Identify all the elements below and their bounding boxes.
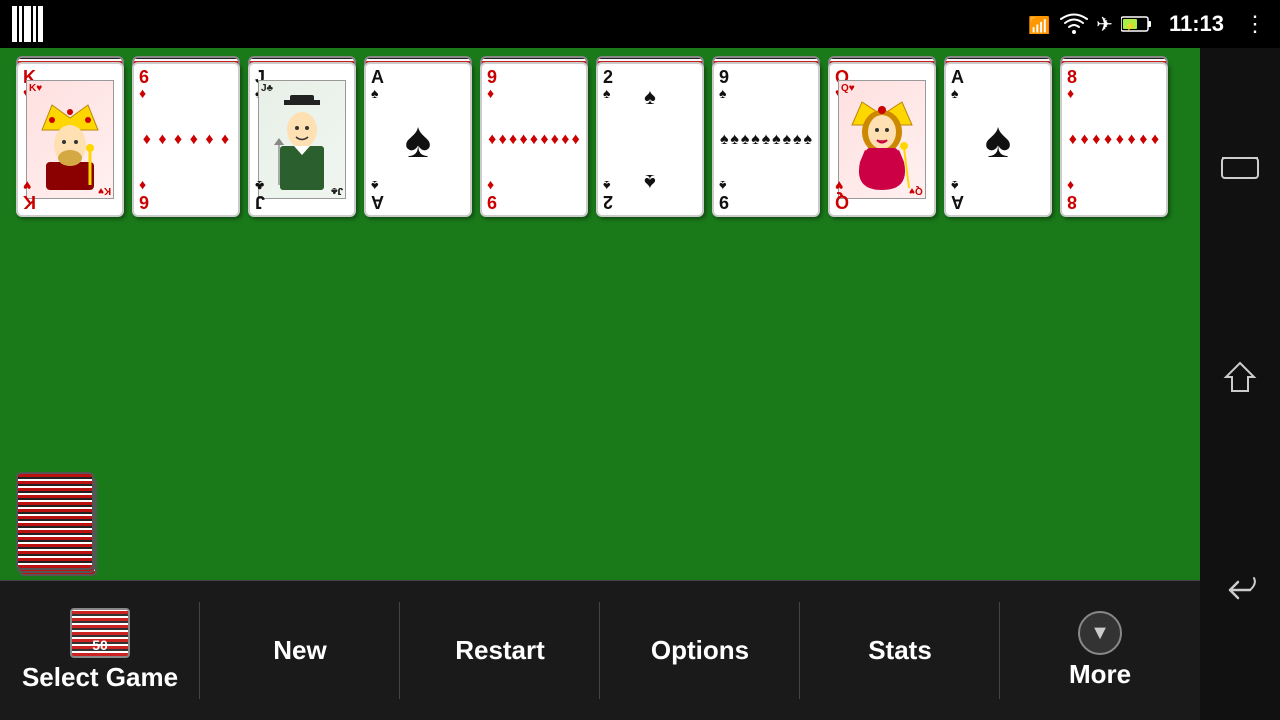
status-time: 11:13 [1169,11,1224,37]
stockpile[interactable] [16,472,96,572]
svg-text:⚡: ⚡ [1125,20,1136,32]
more-label: More [1069,659,1131,690]
card-2-spades[interactable]: 2 ♠ ♠ ♠ 2 ♠ [596,62,704,217]
card-k-hearts[interactable]: K ♥ K♥ [16,62,124,217]
card-j-clubs[interactable]: J ♣ J♣ [248,62,356,217]
more-button[interactable]: ▼ More [1000,581,1200,720]
menu-icon [12,6,48,42]
airplane-icon: ✈ [1096,12,1113,37]
more-circle-icon: ▼ [1078,611,1122,655]
card-column-2[interactable]: 6 ♦ ♦ ♦ ♦ ♦ ♦ ♦ 6 ♦ [132,62,240,217]
restart-label: Restart [455,635,545,666]
restart-button[interactable]: Restart [400,581,600,720]
card-column-10[interactable]: 8 ♦ ♦ ♦ ♦ ♦ ♦ ♦ ♦ ♦ 8 ♦ [1060,62,1168,217]
overflow-menu-icon[interactable]: ⋮ [1244,11,1268,37]
game-number: 50 [92,637,108,653]
card-column-8[interactable]: Q ♥ Q♥ [828,62,936,217]
card-6-diamonds[interactable]: 6 ♦ ♦ ♦ ♦ ♦ ♦ ♦ 6 ♦ [132,62,240,217]
new-game-button[interactable]: New [200,581,400,720]
status-icons: 📶 ✈ ⚡ 11:13 ⋮ [1028,11,1268,37]
select-game-thumbnail: 50 [70,608,130,658]
options-button[interactable]: Options [600,581,800,720]
card-column-4[interactable]: A ♠ ♠ A ♠ [364,62,472,217]
card-a-spades-1[interactable]: A ♠ ♠ A ♠ [364,62,472,217]
toolbar: 50 Select Game New Restart Options Stats… [0,580,1200,720]
back-button[interactable] [1222,572,1258,615]
card-column-1[interactable]: K ♥ K♥ [16,62,124,217]
rotate-button[interactable] [1220,153,1260,190]
card-column-3[interactable]: J ♣ J♣ [248,62,356,217]
wifi-icon: 📶 [1028,14,1052,34]
game-area: K ♥ K♥ [0,48,1200,580]
card-8-diamonds[interactable]: 8 ♦ ♦ ♦ ♦ ♦ ♦ ♦ ♦ ♦ 8 ♦ [1060,62,1168,217]
select-game-button[interactable]: 50 Select Game [0,581,200,720]
status-bar: 📶 ✈ ⚡ 11:13 ⋮ [0,0,1280,48]
options-label: Options [651,635,749,666]
card-9-spades[interactable]: 9 ♠ ♠ ♠ ♠ ♠ ♠ ♠ ♠ ♠ ♠ 9 ♠ [712,62,820,217]
card-a-spades-2[interactable]: A ♠ ♠ A ♠ [944,62,1052,217]
card-column-7[interactable]: 9 ♠ ♠ ♠ ♠ ♠ ♠ ♠ ♠ ♠ ♠ 9 ♠ [712,62,820,217]
battery-icon: ⚡ [1121,15,1153,33]
right-sidebar [1200,48,1280,720]
card-column-5[interactable]: 9 ♦ ♦ ♦ ♦ ♦ ♦ ♦ ♦ ♦ ♦ 9 ♦ [480,62,588,217]
card-column-6[interactable]: 2 ♠ ♠ ♠ 2 ♠ [596,62,704,217]
select-game-label: Select Game [22,662,178,693]
stats-label: Stats [868,635,932,666]
home-button[interactable] [1222,359,1258,402]
card-column-9[interactable]: A ♠ ♠ A ♠ [944,62,1052,217]
card-9-diamonds[interactable]: 9 ♦ ♦ ♦ ♦ ♦ ♦ ♦ ♦ ♦ ♦ 9 ♦ [480,62,588,217]
wifi-signal-icon [1060,13,1088,35]
new-label: New [273,635,326,666]
svg-text:📶: 📶 [1028,15,1050,34]
stats-button[interactable]: Stats [800,581,1000,720]
card-q-hearts[interactable]: Q ♥ Q♥ [828,62,936,217]
cards-row: K ♥ K♥ [0,48,1200,217]
